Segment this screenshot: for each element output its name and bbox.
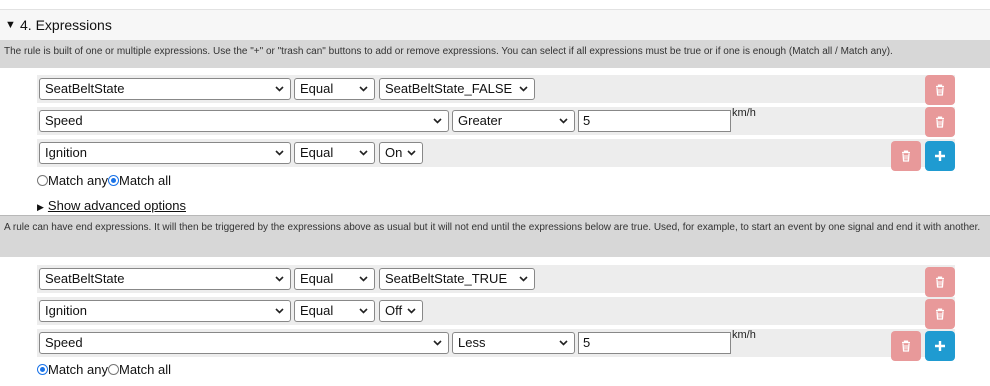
operator-select[interactable]: Equal <box>294 300 375 322</box>
delete-expression-button[interactable] <box>925 107 955 137</box>
chevron-down-icon <box>559 340 568 346</box>
signal-select[interactable]: Speed <box>39 332 449 354</box>
expression-row: Ignition Equal On <box>37 139 955 171</box>
signal-select-value: SeatBeltState <box>45 81 125 96</box>
value-select[interactable]: SeatBeltState_FALSE <box>379 78 535 100</box>
signal-select[interactable]: Speed <box>39 110 449 132</box>
value-select-value: SeatBeltState_FALSE <box>385 81 513 96</box>
trash-icon <box>936 276 944 288</box>
section-title: 4. Expressions <box>20 17 112 33</box>
chevron-down-icon <box>359 150 368 156</box>
match-any-radio[interactable] <box>37 364 48 375</box>
chevron-down-icon <box>359 276 368 282</box>
signal-select-value: Ignition <box>45 303 87 318</box>
end-expression-row: Ignition Equal Off <box>37 297 955 329</box>
signal-select-value: Ignition <box>45 145 87 160</box>
value-select[interactable]: Off <box>379 300 423 322</box>
chevron-down-icon <box>359 86 368 92</box>
signal-select[interactable]: SeatBeltState <box>39 268 291 290</box>
chevron-down-icon <box>519 276 528 282</box>
trash-icon <box>936 116 944 128</box>
signal-select-value: Speed <box>45 113 83 128</box>
match-any-label: Match any <box>48 362 108 377</box>
operator-select[interactable]: Equal <box>294 78 375 100</box>
operator-select[interactable]: Less <box>452 332 575 354</box>
match-any-label: Match any <box>48 173 108 188</box>
delete-expression-button[interactable] <box>891 331 921 361</box>
value-input[interactable]: 5 <box>578 110 731 132</box>
match-all-radio[interactable] <box>107 175 119 186</box>
value-input[interactable]: 5 <box>578 332 731 354</box>
plus-icon <box>935 151 945 161</box>
value-select-value: SeatBeltState_TRUE <box>385 271 508 286</box>
operator-select[interactable]: Equal <box>294 268 375 290</box>
operator-select[interactable]: Greater <box>452 110 575 132</box>
operator-select-value: Equal <box>300 271 334 286</box>
expressions-description: The rule is built of one or multiple exp… <box>0 40 990 68</box>
unit-label: km/h <box>732 329 756 341</box>
end-match-mode-group: Match any Match all <box>37 362 171 378</box>
delete-expression-button[interactable] <box>925 267 955 297</box>
triangle-down-icon[interactable]: ▼ <box>5 19 16 31</box>
chevron-down-icon <box>359 308 368 314</box>
chevron-down-icon <box>559 118 568 124</box>
plus-icon <box>935 341 945 351</box>
trash-icon <box>936 308 944 320</box>
expression-row: Speed Greater 5 km/h <box>37 107 955 137</box>
expression-row: SeatBeltState Equal SeatBeltState_FALSE <box>37 75 955 105</box>
match-all-radio[interactable] <box>107 364 119 375</box>
trash-icon <box>902 340 910 352</box>
match-mode-group: Match any Match all <box>37 173 171 189</box>
chevron-down-icon <box>275 150 284 156</box>
signal-select[interactable]: Ignition <box>39 142 291 164</box>
match-all-label: Match all <box>118 173 172 188</box>
delete-expression-button[interactable] <box>925 299 955 329</box>
trash-icon <box>936 84 944 96</box>
signal-select[interactable]: SeatBeltState <box>39 78 291 100</box>
value-select-value: Off <box>385 303 403 318</box>
operator-select-value: Less <box>458 335 486 350</box>
value-select[interactable]: On <box>379 142 423 164</box>
chevron-down-icon <box>407 150 416 156</box>
chevron-down-icon <box>433 118 442 124</box>
match-all-label: Match all <box>118 362 172 377</box>
triangle-right-icon: ▶ <box>37 202 44 212</box>
operator-select-value: Equal <box>300 145 334 160</box>
end-expression-row: Speed Less 5 km/h <box>37 329 955 361</box>
advanced-options-label: Show advanced options <box>47 198 186 213</box>
operator-select-value: Greater <box>458 113 503 128</box>
top-spacer <box>0 0 990 9</box>
chevron-down-icon <box>275 308 284 314</box>
advanced-options-toggle[interactable]: ▶ Show advanced options <box>37 198 186 213</box>
chevron-down-icon <box>519 86 528 92</box>
signal-select-value: Speed <box>45 335 83 350</box>
section-header[interactable]: ▼ 4. Expressions <box>0 9 990 40</box>
end-expressions-description: A rule can have end expressions. It will… <box>0 215 990 257</box>
chevron-down-icon <box>407 308 416 314</box>
signal-select[interactable]: Ignition <box>39 300 291 322</box>
delete-expression-button[interactable] <box>891 141 921 171</box>
chevron-down-icon <box>433 340 442 346</box>
add-expression-button[interactable] <box>925 331 955 361</box>
value-select-value: On <box>385 145 403 160</box>
unit-label: km/h <box>732 107 756 119</box>
operator-select[interactable]: Equal <box>294 142 375 164</box>
chevron-down-icon <box>275 276 284 282</box>
trash-icon <box>902 150 910 162</box>
signal-select-value: SeatBeltState <box>45 271 125 286</box>
add-expression-button[interactable] <box>925 141 955 171</box>
value-select[interactable]: SeatBeltState_TRUE <box>379 268 535 290</box>
operator-select-value: Equal <box>300 81 334 96</box>
operator-select-value: Equal <box>300 303 334 318</box>
match-any-radio[interactable] <box>37 175 48 186</box>
delete-expression-button[interactable] <box>925 75 955 105</box>
chevron-down-icon <box>275 86 284 92</box>
end-expression-row: SeatBeltState Equal SeatBeltState_TRUE <box>37 265 955 297</box>
